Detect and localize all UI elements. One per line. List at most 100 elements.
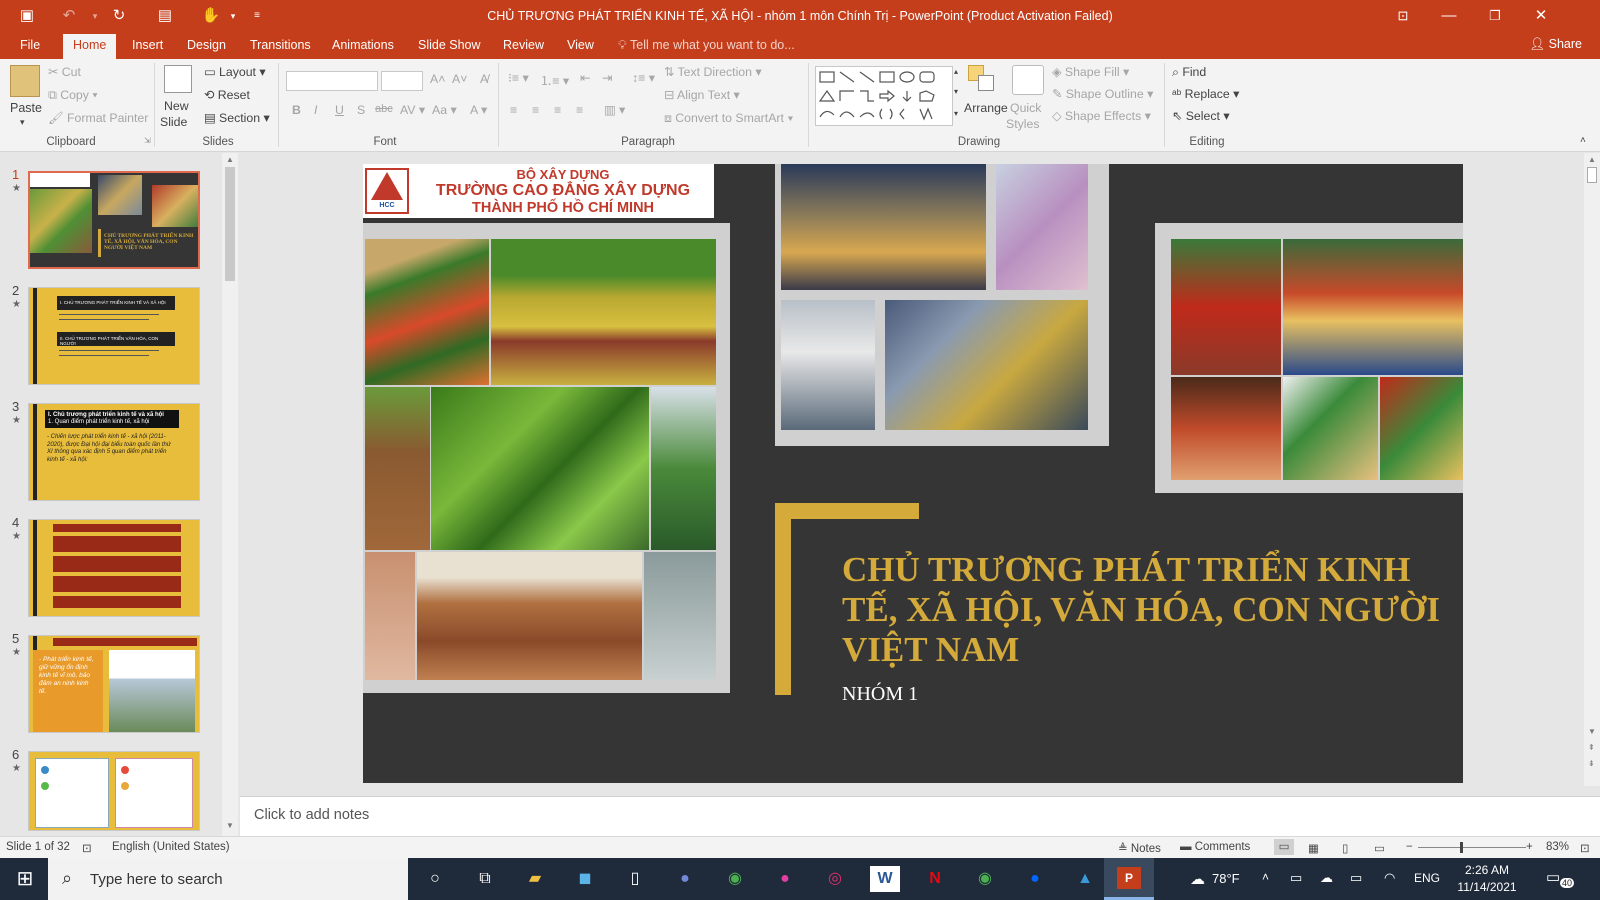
slide-sorter-icon[interactable]: ▦: [1308, 841, 1319, 855]
shape-effects-button[interactable]: ◇ Shape Effects ▾: [1052, 109, 1151, 123]
notes-toggle[interactable]: ≜ Notes: [1118, 841, 1161, 855]
fit-slide-icon[interactable]: ⊡: [1580, 841, 1590, 855]
slide-thumbnail-6[interactable]: [28, 751, 200, 831]
messenger-icon[interactable]: ●: [770, 866, 800, 892]
tab-insert[interactable]: Insert: [132, 38, 163, 52]
zoom-level[interactable]: 83%: [1546, 841, 1569, 853]
thumbnail-scrollbar[interactable]: ▲ ▼: [222, 153, 238, 836]
align-right-icon[interactable]: ≡: [554, 103, 561, 117]
strikethrough-icon[interactable]: abc: [375, 103, 393, 115]
shape-fill-button[interactable]: ◈ Shape Fill ▾: [1052, 65, 1129, 79]
char-spacing-icon[interactable]: AV ▾: [400, 103, 425, 117]
notes-pane[interactable]: Click to add notes: [240, 796, 1600, 836]
file-explorer-icon[interactable]: ▰: [520, 866, 550, 892]
tab-design[interactable]: Design: [187, 38, 226, 52]
slide-scrollbar[interactable]: ▲ ▼ ⇞ ⇟: [1584, 153, 1600, 786]
tab-transitions[interactable]: Transitions: [250, 38, 311, 52]
tray-chevron-icon[interactable]: ˄: [1262, 870, 1269, 884]
scroll-thumb[interactable]: [1587, 167, 1597, 183]
zalo-icon[interactable]: ●: [1020, 866, 1050, 892]
scroll-down-icon[interactable]: ▼: [1588, 727, 1596, 736]
font-name-box[interactable]: [286, 71, 378, 91]
powerpoint-taskbar-button[interactable]: P: [1104, 858, 1154, 900]
scroll-thumb[interactable]: [225, 167, 235, 281]
language-indicator[interactable]: English (United States): [112, 841, 230, 853]
battery-icon[interactable]: ▭: [1350, 870, 1362, 886]
font-color-icon[interactable]: A ▾: [470, 103, 487, 117]
shapes-gallery[interactable]: [815, 66, 953, 126]
increase-indent-icon[interactable]: ⇥: [602, 71, 612, 85]
tab-view[interactable]: View: [567, 38, 594, 52]
clock[interactable]: 2:26 AM 11/14/2021: [1448, 862, 1526, 896]
reading-view-icon[interactable]: ▯: [1342, 841, 1348, 855]
clear-format-icon[interactable]: A̸: [480, 72, 488, 86]
columns-icon[interactable]: ▥ ▾: [604, 103, 625, 117]
shape-outline-button[interactable]: ✎ Shape Outline ▾: [1052, 87, 1153, 101]
line-spacing-icon[interactable]: ↕≡ ▾: [632, 71, 655, 85]
bullets-icon[interactable]: ⁝≡ ▾: [508, 71, 529, 85]
numbering-icon[interactable]: ⒈≡ ▾: [540, 71, 569, 89]
zoom-out-icon[interactable]: −: [1406, 841, 1413, 853]
new-slide-label-1[interactable]: New: [164, 99, 189, 113]
paste-label[interactable]: Paste: [10, 101, 42, 115]
tab-animations[interactable]: Animations: [332, 38, 394, 52]
zoom-slider-thumb[interactable]: [1460, 842, 1463, 853]
ribbon-display-options-icon[interactable]: ⊡: [1380, 0, 1426, 32]
collapse-ribbon-icon[interactable]: ˄: [1580, 135, 1586, 146]
gallery-scroll-down-icon[interactable]: ▾: [954, 87, 958, 96]
netflix-icon[interactable]: N: [920, 866, 950, 892]
slide-subtitle[interactable]: NHÓM 1: [842, 683, 918, 706]
font-grow-icon[interactable]: A˄: [430, 72, 445, 86]
slide-title[interactable]: CHỦ TRƯƠNG PHÁT TRIỂN KINH TẾ, XÃ HỘI, V…: [842, 550, 1442, 670]
select-button[interactable]: ⇖ Select ▾: [1172, 109, 1230, 123]
share-button[interactable]: 👤︎ Share: [1529, 37, 1582, 52]
cut-button[interactable]: ✂ Cut: [48, 65, 81, 79]
reset-button[interactable]: ⟲ Reset: [204, 88, 250, 102]
tell-me-box[interactable]: 💡︎ Tell me what you want to do...: [618, 38, 795, 53]
store-icon[interactable]: ◼: [570, 866, 600, 892]
decrease-indent-icon[interactable]: ⇤: [580, 71, 590, 85]
gallery-scroll-up-icon[interactable]: ▴: [954, 67, 958, 76]
current-slide[interactable]: HCC BỘ XÂY DỰNG TRƯỜNG CAO ĐẲNG XÂY DỰNG…: [363, 164, 1463, 783]
slide-thumbnail-2[interactable]: I. CHỦ TRƯƠNG PHÁT TRIỂN KINH TẾ VÀ XÃ H…: [28, 287, 200, 385]
slideshow-icon[interactable]: ▭: [1374, 841, 1385, 855]
wifi-icon[interactable]: ◠: [1384, 870, 1395, 886]
gallery-more-icon[interactable]: ▾: [954, 109, 958, 118]
word-icon[interactable]: W: [870, 866, 900, 892]
bold-icon[interactable]: B: [292, 103, 301, 117]
zoom-in-icon[interactable]: +: [1526, 841, 1533, 853]
minimize-icon[interactable]: —: [1426, 0, 1472, 32]
copy-button[interactable]: ⧉ Copy ▾: [48, 88, 98, 103]
tray-device-icon[interactable]: ▭: [1290, 870, 1302, 886]
convert-smartart-button[interactable]: ⧈ Convert to SmartArt ▾: [664, 111, 793, 126]
slide-thumbnail-3[interactable]: I. Chủ trương phát triển kinh tế và xã h…: [28, 403, 200, 501]
discord-icon[interactable]: ●: [670, 866, 700, 892]
font-shrink-icon[interactable]: A˅: [452, 72, 467, 86]
underline-icon[interactable]: U: [335, 103, 344, 117]
align-text-button[interactable]: ⊟ Align Text ▾: [664, 88, 740, 102]
arrange-label[interactable]: Arrange: [964, 101, 1008, 115]
layout-button[interactable]: ▭ Layout ▾: [204, 65, 266, 79]
arrange-icon[interactable]: [968, 65, 998, 95]
quick-styles-icon[interactable]: [1012, 65, 1044, 95]
next-slide-icon[interactable]: ⇟: [1588, 759, 1595, 768]
italic-icon[interactable]: I: [314, 103, 317, 117]
clipboard-launcher-icon[interactable]: ⇲: [144, 136, 151, 145]
align-left-icon[interactable]: ≡: [510, 103, 517, 117]
replace-button[interactable]: ᵃᵇ Replace ▾: [1172, 87, 1239, 101]
weather-temp[interactable]: 78°F: [1212, 871, 1240, 886]
scroll-down-icon[interactable]: ▼: [226, 821, 234, 830]
format-painter-button[interactable]: 🖌︎ Format Painter: [48, 111, 148, 126]
taskbar-search-box[interactable]: ⌕ Type here to search: [48, 858, 408, 900]
text-direction-button[interactable]: ⇅ Text Direction ▾: [664, 65, 762, 79]
input-language[interactable]: ENG: [1414, 871, 1440, 885]
scroll-up-icon[interactable]: ▲: [1588, 155, 1596, 164]
tab-home[interactable]: Home: [63, 34, 117, 59]
section-button[interactable]: ▤ Section ▾: [204, 111, 270, 125]
cortana-icon[interactable]: ○: [420, 866, 450, 892]
find-button[interactable]: ⌕ Find: [1172, 65, 1206, 80]
close-icon[interactable]: ✕: [1518, 0, 1564, 32]
normal-view-icon[interactable]: ▭: [1274, 839, 1294, 855]
chrome-icon[interactable]: ◉: [720, 866, 750, 892]
tab-review[interactable]: Review: [503, 38, 544, 52]
